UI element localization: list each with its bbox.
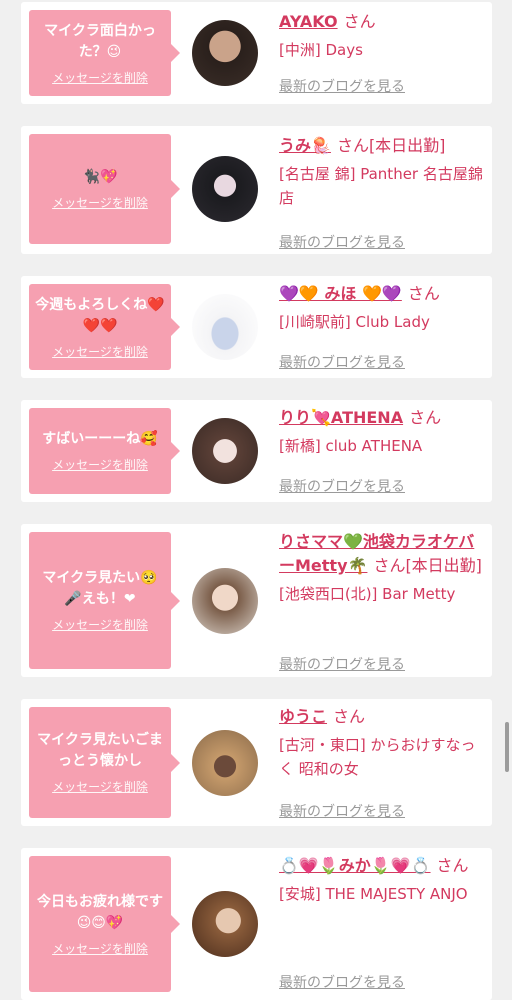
message-bubble: 今日もお疲れ様です😉😊💖 メッセージを削除 <box>29 856 180 992</box>
scrollbar-thumb[interactable] <box>505 722 509 772</box>
shop-label: [古河・東口] からおけすなっく 昭和の女 <box>279 736 476 778</box>
profile-name-link[interactable]: 💜🧡 みほ 🧡💜 <box>279 284 402 303</box>
message-bubble: 今週もよろしくね❤️❤️❤️ メッセージを削除 <box>29 284 180 370</box>
latest-blog-link[interactable]: 最新のブログを見る <box>279 972 405 992</box>
delete-message-link[interactable]: メッセージを削除 <box>52 194 148 211</box>
name-line: りさママ💚池袋カラオケバーMetty🌴 さん[本日出勤] <box>279 530 487 578</box>
honorific-label: さん <box>407 284 440 303</box>
honorific-label: さん <box>436 856 469 875</box>
latest-blog-link[interactable]: 最新のブログを見る <box>279 232 405 252</box>
message-bubble: 🐈‍⬛💖 メッセージを削除 <box>29 134 180 244</box>
name-line: AYAKO さん <box>279 10 487 34</box>
honorific-label: さん <box>333 707 366 726</box>
shop-label: [新橋] club ATHENA <box>279 437 423 455</box>
honorific-label: さん <box>343 12 376 31</box>
name-line: 💍💗🌷みか🌷💗💍 さん <box>279 854 487 878</box>
message-bubble: マイクラ面白かった？😉 メッセージを削除 <box>29 10 180 96</box>
message-card: マイクラ面白かった？😉 メッセージを削除 AYAKO さん [中洲] Days 最… <box>21 2 492 104</box>
name-line: ゆうこ さん <box>279 705 487 729</box>
delete-message-link[interactable]: メッセージを削除 <box>52 940 148 957</box>
message-card: マイクラ見たいごまっとう懐かし メッセージを削除 ゆうこ さん [古河・東口] か… <box>21 699 492 826</box>
profile-name-link[interactable]: AYAKO <box>279 12 338 31</box>
shop-label: [川崎駅前] Club Lady <box>279 313 430 331</box>
shop-label: [中洲] Days <box>279 41 363 59</box>
message-card: 🐈‍⬛💖 メッセージを削除 うみ🪼 さん[本日出勤] [名古屋 錦] Panthe… <box>21 126 492 254</box>
profile-info: 💜🧡 みほ 🧡💜 さん [川崎駅前] Club Lady 最新のブログを見る <box>279 282 487 371</box>
message-card: マイクラ見たい🥺🎤えも！❤ メッセージを削除 りさママ💚池袋カラオケバーMett… <box>21 524 492 677</box>
avatar[interactable] <box>192 568 258 634</box>
profile-info: うみ🪼 さん[本日出勤] [名古屋 錦] Panther 名古屋錦店 最新のブログ… <box>279 134 487 251</box>
message-text: マイクラ見たい🥺🎤えも！❤ <box>42 570 158 607</box>
avatar[interactable] <box>192 294 258 360</box>
message-text: マイクラ面白かった？😉 <box>44 22 156 60</box>
latest-blog-link[interactable]: 最新のブログを見る <box>279 76 405 96</box>
latest-blog-link[interactable]: 最新のブログを見る <box>279 654 405 674</box>
honorific-label: さん[本日出勤] <box>373 556 482 575</box>
avatar[interactable] <box>192 156 258 222</box>
message-card: すばいーーーね🥰 メッセージを削除 りり💘ATHENA さん [新橋] club … <box>21 400 492 502</box>
profile-info: りさママ💚池袋カラオケバーMetty🌴 さん[本日出勤] [池袋西口(北)] Ba… <box>279 530 487 673</box>
profile-info: AYAKO さん [中洲] Days 最新のブログを見る <box>279 10 487 95</box>
message-card: 今日もお疲れ様です😉😊💖 メッセージを削除 💍💗🌷みか🌷💗💍 さん [安城] TH… <box>21 848 492 1000</box>
delete-message-link[interactable]: メッセージを削除 <box>52 778 148 795</box>
delete-message-link[interactable]: メッセージを削除 <box>52 456 148 473</box>
name-line: うみ🪼 さん[本日出勤] <box>279 134 487 158</box>
delete-message-link[interactable]: メッセージを削除 <box>52 616 148 633</box>
shop-label: [安城] THE MAJESTY ANJO <box>279 885 468 903</box>
avatar[interactable] <box>192 20 258 86</box>
latest-blog-link[interactable]: 最新のブログを見る <box>279 801 405 821</box>
profile-name-link[interactable]: 💍💗🌷みか🌷💗💍 <box>279 856 431 875</box>
honorific-label: さん[本日出勤] <box>336 136 446 155</box>
message-text: 今日もお疲れ様です😉😊💖 <box>37 893 163 931</box>
latest-blog-link[interactable]: 最新のブログを見る <box>279 352 405 372</box>
profile-name-link[interactable]: うみ🪼 <box>279 136 331 155</box>
avatar[interactable] <box>192 891 258 957</box>
profile-info: 💍💗🌷みか🌷💗💍 さん [安城] THE MAJESTY ANJO 最新のブログを… <box>279 854 487 991</box>
honorific-label: さん <box>409 408 442 427</box>
delete-message-link[interactable]: メッセージを削除 <box>52 69 148 86</box>
message-text: 今週もよろしくね❤️❤️❤️ <box>35 296 165 334</box>
profile-name-link[interactable]: ゆうこ <box>279 707 327 726</box>
shop-label: [池袋西口(北)] Bar Metty <box>279 585 456 603</box>
message-bubble: マイクラ見たい🥺🎤えも！❤ メッセージを削除 <box>29 532 180 669</box>
message-text: すばいーーーね🥰 <box>42 431 158 447</box>
message-bubble: マイクラ見たいごまっとう懐かし メッセージを削除 <box>29 707 180 818</box>
name-line: りり💘ATHENA さん <box>279 406 487 430</box>
shop-label: [名古屋 錦] Panther 名古屋錦店 <box>279 165 483 207</box>
avatar[interactable] <box>192 730 258 796</box>
avatar[interactable] <box>192 418 258 484</box>
profile-info: りり💘ATHENA さん [新橋] club ATHENA 最新のブログを見る <box>279 406 487 495</box>
message-bubble: すばいーーーね🥰 メッセージを削除 <box>29 408 180 494</box>
name-line: 💜🧡 みほ 🧡💜 さん <box>279 282 487 306</box>
latest-blog-link[interactable]: 最新のブログを見る <box>279 476 405 496</box>
delete-message-link[interactable]: メッセージを削除 <box>52 343 148 360</box>
profile-info: ゆうこ さん [古河・東口] からおけすなっく 昭和の女 最新のブログを見る <box>279 705 487 820</box>
message-text: 🐈‍⬛💖 <box>82 169 118 185</box>
message-text: マイクラ見たいごまっとう懐かし <box>37 732 163 769</box>
profile-name-link[interactable]: りり💘ATHENA <box>279 408 403 427</box>
message-card: 今週もよろしくね❤️❤️❤️ メッセージを削除 💜🧡 みほ 🧡💜 さん [川崎駅前… <box>21 276 492 378</box>
